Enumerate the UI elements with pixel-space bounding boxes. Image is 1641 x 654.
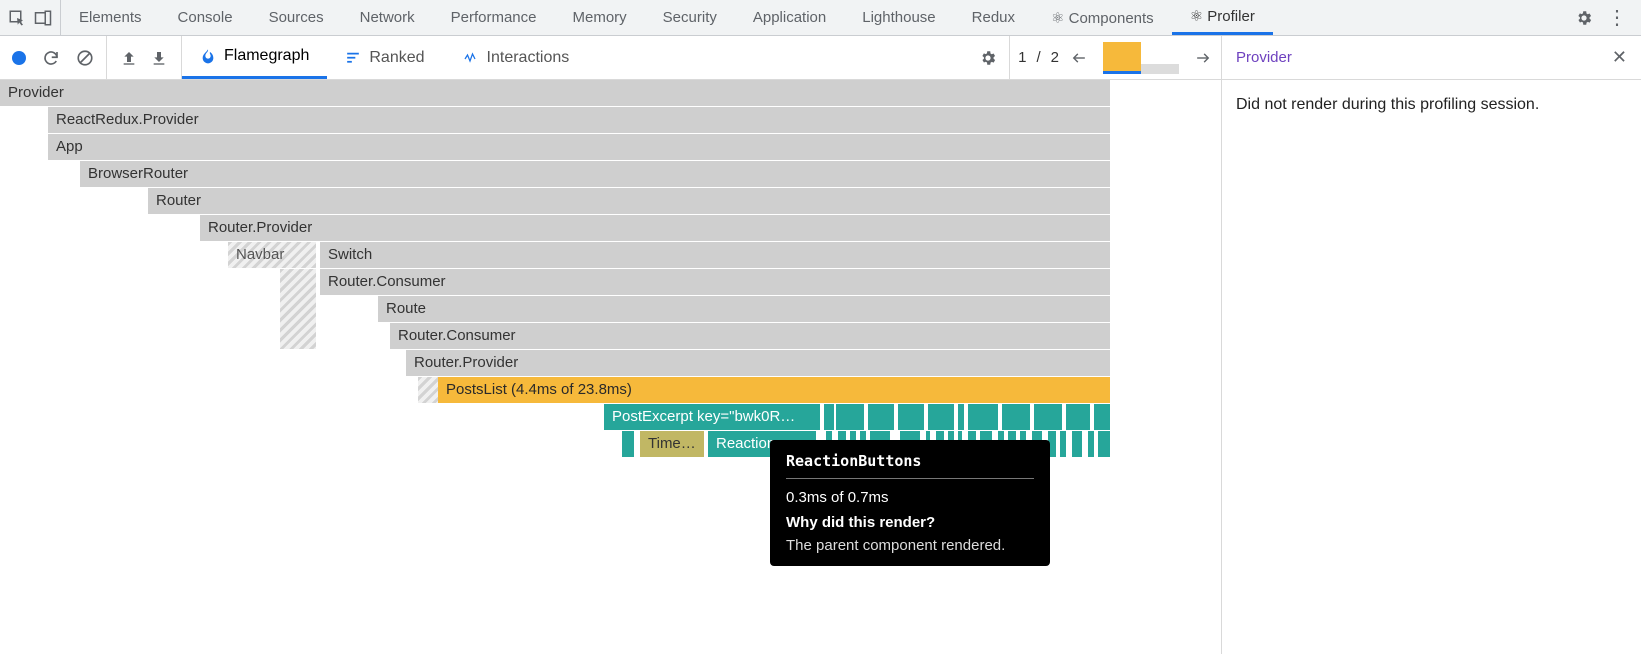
flame-bar[interactable] bbox=[1034, 404, 1062, 430]
sidebar-body: Did not render during this profiling ses… bbox=[1236, 96, 1627, 114]
clear-icon[interactable] bbox=[76, 49, 94, 67]
devtools-tab-lighthouse[interactable]: Lighthouse bbox=[844, 0, 953, 35]
flame-bar[interactable]: Router.Consumer bbox=[390, 323, 1110, 349]
flame-bar[interactable] bbox=[928, 404, 954, 430]
flame-bar[interactable] bbox=[1066, 404, 1090, 430]
commit-total: 2 bbox=[1051, 49, 1059, 66]
devtools-tab--profiler[interactable]: ⚛ Profiler bbox=[1172, 0, 1273, 35]
flame-hatch bbox=[418, 377, 438, 403]
devtools-tabs: ElementsConsoleSourcesNetworkPerformance… bbox=[61, 0, 1561, 35]
sidebar-panel: Did not render during this profiling ses… bbox=[1221, 80, 1641, 654]
devtools-tab-console[interactable]: Console bbox=[160, 0, 251, 35]
flame-bar[interactable]: Switch bbox=[320, 242, 1110, 268]
tab-ranked-label: Ranked bbox=[369, 49, 424, 67]
flame-bar[interactable] bbox=[1060, 431, 1066, 457]
flamegraph-panel[interactable]: ProviderReactRedux.ProviderAppBrowserRou… bbox=[0, 80, 1221, 654]
profiler-settings-icon[interactable] bbox=[967, 49, 1009, 67]
flame-bar[interactable] bbox=[622, 431, 634, 457]
flame-bar[interactable] bbox=[1098, 431, 1110, 457]
sidebar-title: Provider bbox=[1236, 49, 1292, 66]
flame-bar[interactable]: Router.Provider bbox=[200, 215, 1110, 241]
tab-interactions[interactable]: Interactions bbox=[443, 36, 588, 79]
tab-interactions-label: Interactions bbox=[487, 49, 570, 67]
flame-bar[interactable]: Router bbox=[148, 188, 1110, 214]
flame-bar[interactable] bbox=[958, 404, 964, 430]
flame-bar[interactable] bbox=[836, 404, 864, 430]
reload-icon[interactable] bbox=[42, 49, 60, 67]
flame-hatch bbox=[280, 269, 316, 349]
tooltip-reason: The parent component rendered. bbox=[786, 537, 1034, 554]
devtools-tab-memory[interactable]: Memory bbox=[555, 0, 645, 35]
prev-commit-icon[interactable] bbox=[1069, 51, 1089, 65]
flame-bar[interactable] bbox=[1088, 431, 1094, 457]
flame-bar[interactable]: PostsList (4.4ms of 23.8ms) bbox=[438, 377, 1110, 403]
flame-bar[interactable] bbox=[898, 404, 924, 430]
devtools-tab-performance[interactable]: Performance bbox=[433, 0, 555, 35]
devtools-tab-security[interactable]: Security bbox=[645, 0, 735, 35]
flame-bar[interactable] bbox=[824, 404, 834, 430]
commit-current: 1 bbox=[1018, 49, 1026, 66]
tab-flamegraph[interactable]: Flamegraph bbox=[182, 36, 327, 79]
tab-ranked[interactable]: Ranked bbox=[327, 36, 442, 79]
devtools-tab-network[interactable]: Network bbox=[342, 0, 433, 35]
flame-bar[interactable] bbox=[1094, 404, 1110, 430]
flame-bar[interactable]: Router.Provider bbox=[406, 350, 1110, 376]
tooltip-title: ReactionButtons bbox=[786, 452, 1034, 479]
upload-icon[interactable] bbox=[121, 50, 137, 66]
close-icon[interactable]: ✕ bbox=[1612, 47, 1627, 68]
flame-bar[interactable]: ReactRedux.Provider bbox=[48, 107, 1110, 133]
tooltip-why: Why did this render? bbox=[786, 514, 1034, 531]
devtools-tab-elements[interactable]: Elements bbox=[61, 0, 160, 35]
flame-bar[interactable]: PostExcerpt key="bwk0R… bbox=[604, 404, 820, 430]
flame-bar[interactable]: Provider bbox=[0, 80, 1110, 106]
flame-bar[interactable]: BrowserRouter bbox=[80, 161, 1110, 187]
next-commit-icon[interactable] bbox=[1193, 51, 1213, 65]
flame-bar[interactable] bbox=[968, 404, 998, 430]
flame-bar[interactable]: TimeA… bbox=[640, 431, 704, 457]
device-toolbar-icon[interactable] bbox=[34, 9, 52, 27]
flame-bar[interactable]: App bbox=[48, 134, 1110, 160]
inspect-element-icon[interactable] bbox=[8, 9, 26, 27]
more-icon[interactable]: ⋮ bbox=[1607, 5, 1627, 30]
settings-icon[interactable] bbox=[1575, 9, 1593, 27]
flame-bar[interactable]: Navbar bbox=[228, 242, 316, 268]
flame-tooltip: ReactionButtons 0.3ms of 0.7ms Why did t… bbox=[770, 440, 1050, 566]
devtools-tab--components[interactable]: ⚛ Components bbox=[1033, 0, 1172, 35]
tab-flamegraph-label: Flamegraph bbox=[224, 47, 309, 65]
commit-bar-chart[interactable] bbox=[1099, 42, 1183, 74]
flame-bar[interactable]: Router.Consumer bbox=[320, 269, 1110, 295]
flame-bar[interactable] bbox=[1072, 431, 1082, 457]
devtools-tab-sources[interactable]: Sources bbox=[251, 0, 342, 35]
interactions-icon bbox=[461, 52, 479, 64]
flame-bar[interactable] bbox=[868, 404, 894, 430]
ranked-icon bbox=[345, 51, 361, 65]
flame-bar[interactable]: Route bbox=[378, 296, 1110, 322]
record-icon[interactable] bbox=[12, 51, 26, 65]
flame-icon bbox=[200, 47, 216, 65]
devtools-tab-redux[interactable]: Redux bbox=[954, 0, 1033, 35]
devtools-tab-application[interactable]: Application bbox=[735, 0, 844, 35]
tooltip-timing: 0.3ms of 0.7ms bbox=[786, 489, 1034, 506]
download-icon[interactable] bbox=[151, 50, 167, 66]
flame-bar[interactable] bbox=[1002, 404, 1030, 430]
commit-sep: / bbox=[1036, 49, 1040, 66]
